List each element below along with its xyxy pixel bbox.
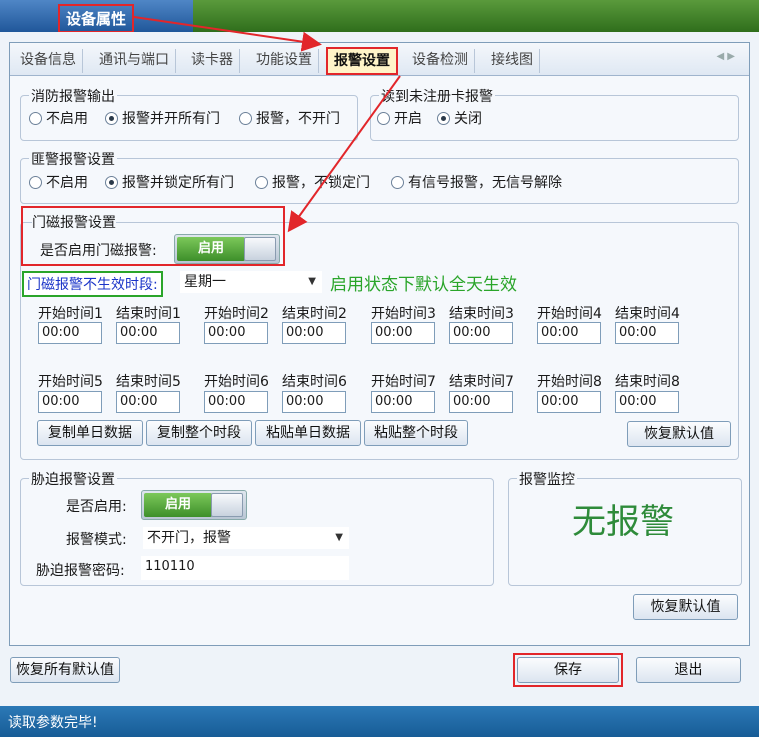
copy-day-button[interactable]: 复制单日数据 (37, 420, 143, 446)
slot-label: 结束时间1 (116, 306, 181, 322)
end-time-2-input[interactable]: 00:00 (282, 322, 346, 344)
toggle-on-label: 启用 (144, 493, 212, 517)
slot-label: 开始时间5 (38, 374, 103, 390)
door-magnet-enable-label: 是否启用门磁报警: (40, 243, 157, 259)
fire-alarm-option-open-all[interactable]: 报警并开所有门 (105, 108, 220, 128)
paste-day-button[interactable]: 粘贴单日数据 (255, 420, 361, 446)
slot-label: 结束时间4 (615, 306, 680, 322)
restore-default-button[interactable]: 恢复默认值 (633, 594, 738, 620)
tab-alarm-settings[interactable]: 报警设置 (326, 47, 398, 75)
slot-label: 开始时间2 (204, 306, 269, 322)
radio-icon[interactable] (239, 111, 252, 125)
highlight-save (513, 653, 623, 687)
tab-comm-port[interactable]: 通讯与端口 (93, 49, 176, 73)
start-time-1-input[interactable]: 00:00 (38, 322, 102, 344)
slot-label: 开始时间3 (371, 306, 436, 322)
fire-alarm-option-disable[interactable]: 不启用 (29, 108, 88, 128)
toggle-on-label: 启用 (177, 237, 245, 261)
slot-label: 开始时间7 (371, 374, 436, 390)
toggle-knob[interactable] (244, 237, 276, 261)
radio-icon[interactable] (29, 175, 42, 189)
intrusion-option-disable[interactable]: 不启用 (29, 172, 88, 192)
exit-button[interactable]: 退出 (636, 657, 741, 683)
tab-device-info[interactable]: 设备信息 (14, 49, 83, 73)
radio-icon[interactable] (391, 175, 404, 189)
toggle-knob[interactable] (211, 493, 243, 517)
tab-strip: 设备信息 通讯与端口 读卡器 功能设置 报警设置 设备检测 接线图 ◀ ▶ (10, 43, 749, 76)
duress-alarm-legend: 胁迫报警设置 (29, 469, 117, 489)
end-time-3-input[interactable]: 00:00 (449, 322, 513, 344)
unregistered-card-legend: 读到未注册卡报警 (379, 86, 495, 106)
start-time-6-input[interactable]: 00:00 (204, 391, 268, 413)
alarm-status-text: 无报警 (572, 502, 674, 542)
tab-function-settings[interactable]: 功能设置 (250, 49, 319, 73)
tab-scroll-arrows[interactable]: ◀ ▶ (716, 51, 735, 62)
fire-alarm-legend: 消防报警输出 (29, 86, 117, 106)
start-time-5-input[interactable]: 00:00 (38, 391, 102, 413)
unregistered-card-off[interactable]: 关闭 (437, 108, 482, 128)
intrusion-option-no-lock[interactable]: 报警，不锁定门 (255, 172, 370, 192)
title-tab: 设备属性 (0, 0, 193, 33)
slot-label: 结束时间5 (116, 374, 181, 390)
start-time-4-input[interactable]: 00:00 (537, 322, 601, 344)
radio-icon[interactable] (377, 111, 390, 125)
intrusion-option-signal[interactable]: 有信号报警，无信号解除 (391, 172, 562, 192)
end-time-7-input[interactable]: 00:00 (449, 391, 513, 413)
radio-selected-icon[interactable] (105, 111, 118, 125)
status-text: 读取参数完毕! (8, 715, 98, 731)
status-bar: 读取参数完毕! (0, 706, 759, 737)
slot-label: 开始时间8 (537, 374, 602, 390)
start-time-8-input[interactable]: 00:00 (537, 391, 601, 413)
radio-selected-icon[interactable] (105, 175, 118, 189)
unregistered-card-on[interactable]: 开启 (377, 108, 422, 128)
unregistered-card-group: 读到未注册卡报警 开启 关闭 (370, 86, 739, 141)
tab-wiring-diagram[interactable]: 接线图 (485, 49, 540, 73)
ineffective-period-label: 门磁报警不生效时段: (22, 271, 163, 297)
slot-label: 结束时间8 (615, 374, 680, 390)
slot-label: 结束时间3 (449, 306, 514, 322)
start-time-7-input[interactable]: 00:00 (371, 391, 435, 413)
fire-alarm-group: 消防报警输出 不启用 报警并开所有门 报警，不开门 (20, 86, 358, 141)
end-time-4-input[interactable]: 00:00 (615, 322, 679, 344)
tab-device-test[interactable]: 设备检测 (406, 49, 475, 73)
alarm-mode-select[interactable]: 不开门，报警 ▼ (143, 527, 349, 549)
slot-label: 开始时间1 (38, 306, 103, 322)
slot-label: 结束时间7 (449, 374, 514, 390)
door-magnet-restore-button[interactable]: 恢复默认值 (627, 421, 731, 447)
radio-icon[interactable] (255, 175, 268, 189)
chevron-down-icon[interactable]: ▼ (335, 527, 343, 549)
end-time-1-input[interactable]: 00:00 (116, 322, 180, 344)
slot-label: 开始时间4 (537, 306, 602, 322)
start-time-3-input[interactable]: 00:00 (371, 322, 435, 344)
weekday-select[interactable]: 星期一 ▼ (180, 271, 322, 293)
intrusion-option-lock-all[interactable]: 报警并锁定所有门 (105, 172, 234, 192)
door-magnet-toggle[interactable]: 启用 (174, 234, 280, 264)
alarm-monitor-legend: 报警监控 (517, 469, 577, 489)
alarm-mode-label: 报警模式: (66, 532, 127, 548)
intrusion-alarm-group: 匪警报警设置 不启用 报警并锁定所有门 报警，不锁定门 有信号报警，无信号解除 (20, 149, 739, 204)
window-title: 设备属性 (58, 4, 135, 33)
duress-password-label: 胁迫报警密码: (36, 563, 125, 579)
start-time-2-input[interactable]: 00:00 (204, 322, 268, 344)
duress-enable-label: 是否启用: (66, 499, 127, 515)
restore-all-defaults-button[interactable]: 恢复所有默认值 (10, 657, 120, 683)
fire-alarm-option-no-open[interactable]: 报警，不开门 (239, 108, 340, 128)
radio-selected-icon[interactable] (437, 111, 450, 125)
copy-all-periods-button[interactable]: 复制整个时段 (146, 420, 252, 446)
tab-card-reader[interactable]: 读卡器 (185, 49, 240, 73)
slot-label: 结束时间6 (282, 374, 347, 390)
effective-note: 启用状态下默认全天生效 (330, 275, 517, 295)
intrusion-alarm-legend: 匪警报警设置 (29, 149, 117, 169)
door-magnet-legend: 门磁报警设置 (32, 212, 116, 232)
slot-label: 结束时间2 (282, 306, 347, 322)
slot-label: 开始时间6 (204, 374, 269, 390)
chevron-down-icon[interactable]: ▼ (308, 271, 316, 293)
end-time-5-input[interactable]: 00:00 (116, 391, 180, 413)
duress-password-input[interactable]: 110110 (141, 556, 349, 580)
duress-toggle[interactable]: 启用 (141, 490, 247, 520)
radio-icon[interactable] (29, 111, 42, 125)
end-time-6-input[interactable]: 00:00 (282, 391, 346, 413)
end-time-8-input[interactable]: 00:00 (615, 391, 679, 413)
paste-all-periods-button[interactable]: 粘贴整个时段 (364, 420, 468, 446)
